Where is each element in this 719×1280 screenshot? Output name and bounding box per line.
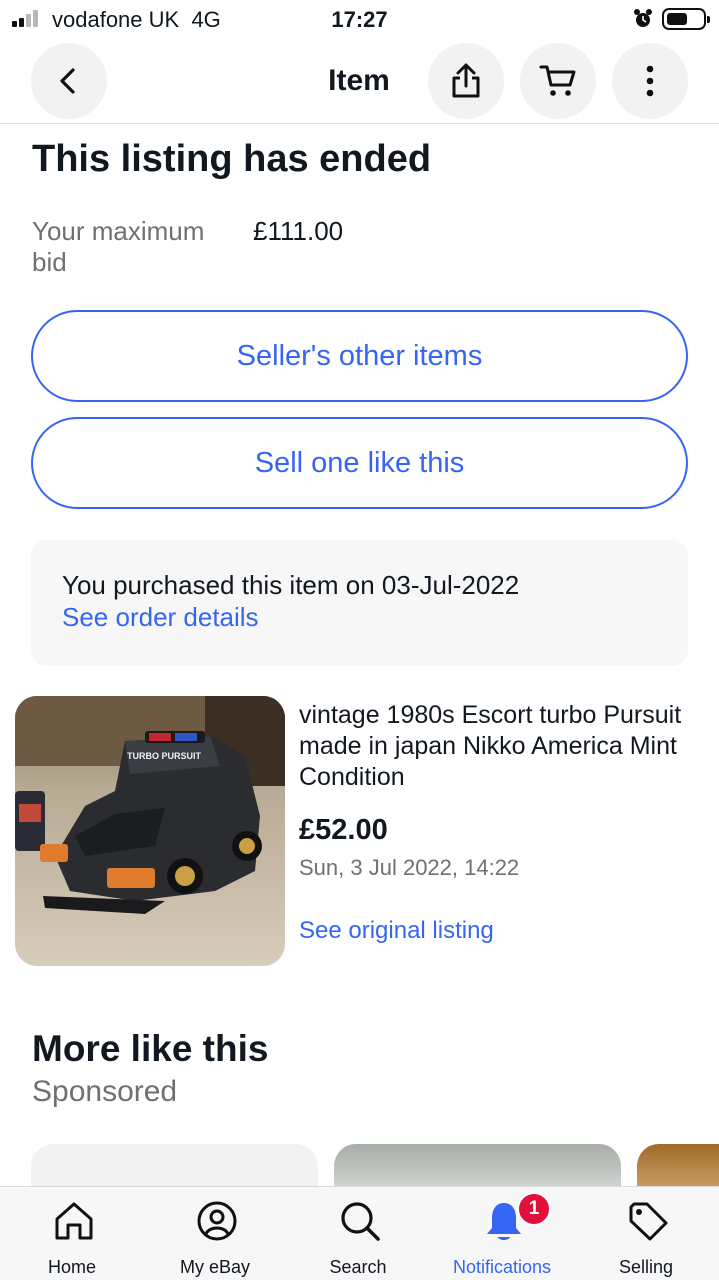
battery-icon	[662, 8, 710, 30]
tab-search[interactable]: Search	[286, 1187, 430, 1280]
alarm-icon	[634, 9, 652, 27]
tab-label: Search	[329, 1257, 387, 1277]
home-icon	[55, 1202, 93, 1240]
item-end-date: Sun, 3 Jul 2022, 14:22	[299, 855, 520, 880]
tab-label: Notifications	[452, 1257, 552, 1277]
sponsored-label: Sponsored	[32, 1075, 178, 1108]
tab-label: Home	[47, 1257, 96, 1277]
top-app-bar: Item	[0, 40, 719, 124]
share-icon	[452, 63, 480, 98]
chevron-left-icon	[60, 68, 75, 94]
photo-decal-text: TURBO PURSUIT	[127, 751, 202, 761]
notification-count-badge: 1	[517, 1192, 551, 1226]
toy-car-image: TURBO PURSUIT	[15, 696, 285, 966]
tab-notifications[interactable]: Notifications	[430, 1187, 574, 1280]
purchase-notice: You purchased this item on 03-Jul-2022 S…	[31, 540, 688, 666]
purchase-date-text: You purchased this item on 03-Jul-2022	[62, 570, 520, 600]
search-icon	[341, 1202, 380, 1241]
max-bid-label: Your maximum bid	[32, 216, 205, 277]
max-bid-value: £111.00	[253, 216, 344, 246]
status-bar: vodafone UK 4G 17:27	[0, 0, 719, 40]
cart-icon	[539, 65, 576, 96]
user-icon	[197, 1201, 237, 1241]
listing-status-title: This listing has ended	[32, 138, 432, 180]
cart-button[interactable]	[520, 43, 596, 119]
more-vertical-icon	[646, 65, 654, 97]
page-title: Item	[328, 64, 390, 97]
more-options-button[interactable]	[612, 43, 688, 119]
see-order-details-link[interactable]: See order details	[62, 602, 259, 633]
sell-one-like-this-button[interactable]: Sell one like this	[31, 417, 688, 509]
item-title[interactable]: vintage 1980s Escort turbo Pursuit made …	[299, 700, 699, 793]
tag-icon	[629, 1202, 668, 1241]
tab-selling[interactable]: Selling	[574, 1187, 718, 1280]
see-original-listing-link[interactable]: See original listing	[299, 917, 494, 945]
tab-label: My eBay	[179, 1257, 251, 1277]
back-button[interactable]	[31, 43, 107, 119]
item-price: £52.00	[299, 814, 388, 846]
item-photo[interactable]: TURBO PURSUIT	[15, 696, 285, 966]
share-button[interactable]	[428, 43, 504, 119]
status-time: 17:27	[331, 7, 388, 32]
bottom-tab-bar: Home My eBay Search Notifications Sellin…	[0, 1186, 719, 1280]
tab-label: Selling	[618, 1257, 674, 1277]
seller-other-items-button[interactable]: Seller's other items	[31, 310, 688, 402]
tab-my-ebay[interactable]: My eBay	[143, 1187, 287, 1280]
more-like-this-heading: More like this	[32, 1028, 269, 1069]
tab-home[interactable]: Home	[0, 1187, 144, 1280]
